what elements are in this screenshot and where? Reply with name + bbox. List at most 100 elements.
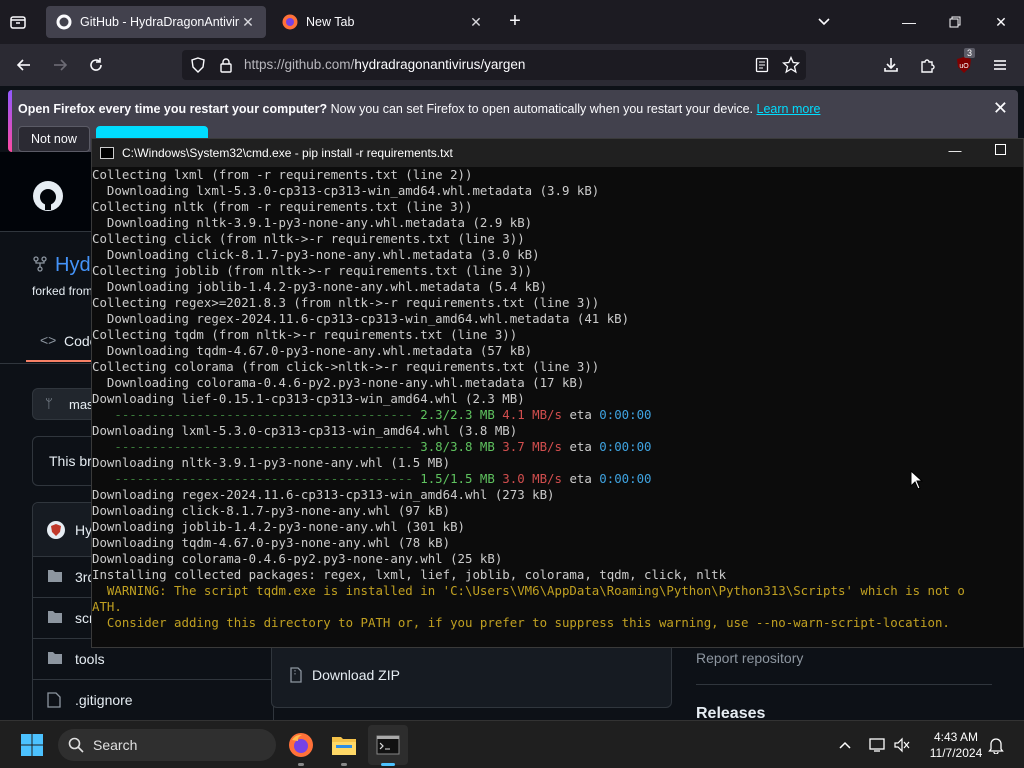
console-line: Installing collected packages: regex, lx… [92, 567, 1023, 583]
console-line: Collecting colorama (from click->nltk->-… [92, 359, 1023, 375]
minimize-window-icon[interactable]: — [886, 8, 932, 36]
console-text-segment: Downloading click-8.1.7-py3-none-any.whl… [92, 503, 451, 518]
taskbar-search-box[interactable]: Search [58, 729, 276, 761]
console-line: Collecting joblib (from nltk->-r require… [92, 263, 1023, 279]
tracking-protection-shield-icon[interactable] [190, 57, 206, 73]
close-tab-icon[interactable]: ✕ [240, 14, 256, 31]
console-line: Collecting nltk (from -r requirements.tx… [92, 199, 1023, 215]
console-text-segment: Collecting tqdm (from nltk->-r requireme… [92, 327, 518, 342]
console-text-segment: 2.3/2.3 MB [420, 407, 495, 422]
taskbar-file-explorer-icon[interactable] [324, 725, 364, 766]
console-line: Downloading lief-0.15.1-cp313-cp313-win_… [92, 391, 1023, 407]
console-line: Downloading tqdm-4.67.0-py3-none-any.whl… [92, 343, 1023, 359]
console-text-segment: Downloading nltk-3.9.1-py3-none-any.whl.… [92, 215, 533, 230]
file-row-gitignore[interactable]: .gitignore [33, 679, 273, 720]
console-text-segment: Downloading click-8.1.7-py3-none-any.whl… [92, 247, 540, 262]
download-zip-item[interactable]: Download ZIP [272, 657, 671, 693]
console-line: Downloading joblib-1.4.2-py3-none-any.wh… [92, 519, 1023, 535]
console-text-segment: Downloading colorama-0.4.6-py2.py3-none-… [92, 375, 585, 390]
console-text-segment: 0:00:00 [599, 407, 652, 422]
list-all-tabs-chevron-icon[interactable] [814, 12, 836, 32]
console-line: Downloading nltk-3.9.1-py3-none-any.whl … [92, 455, 1023, 471]
bookmark-star-icon[interactable] [781, 55, 801, 74]
taskbar-firefox-icon[interactable] [281, 725, 321, 766]
tab-new-tab[interactable]: New Tab ✕ [272, 6, 494, 38]
extensions-puzzle-icon[interactable] [914, 51, 942, 79]
console-line: ----------------------------------------… [92, 439, 1023, 455]
forward-arrow-icon[interactable] [46, 51, 74, 79]
repo-fork-icon [32, 256, 48, 272]
learn-more-link[interactable]: Learn more [757, 102, 821, 116]
cmd-maximize-icon[interactable] [985, 143, 1015, 163]
console-line: Collecting tqdm (from nltk->-r requireme… [92, 327, 1023, 343]
close-window-icon[interactable]: ✕ [978, 8, 1024, 36]
tab-list-icon[interactable] [8, 12, 30, 32]
close-notice-icon[interactable]: ✕ [993, 98, 1008, 119]
svg-text:uO: uO [959, 63, 969, 70]
code-tab[interactable]: <> Code [26, 324, 97, 362]
folder-icon [47, 569, 63, 583]
back-arrow-icon[interactable] [10, 51, 38, 79]
console-text-segment: Consider adding this directory to PATH o… [92, 615, 950, 630]
url-path: hydradragonantivirus/yargen [354, 57, 526, 72]
taskbar-terminal-icon[interactable] [368, 725, 408, 766]
downloads-icon[interactable] [877, 51, 905, 79]
cmd-minimize-icon[interactable]: — [940, 143, 970, 163]
restore-window-icon[interactable] [932, 8, 978, 36]
report-repository-link[interactable]: Report repository [696, 650, 803, 666]
console-line: Collecting lxml (from -r requirements.tx… [92, 167, 1023, 183]
commit-author-name[interactable]: Hy [75, 522, 92, 538]
console-line: Downloading click-8.1.7-py3-none-any.whl… [92, 503, 1023, 519]
console-line: Downloading click-8.1.7-py3-none-any.whl… [92, 247, 1023, 263]
lock-icon[interactable] [218, 57, 234, 73]
console-line: WARNING: The script tqdm.exe is installe… [92, 583, 1023, 599]
browser-tab-bar: GitHub - HydraDragonAntivirus ✕ New Tab … [0, 0, 1024, 44]
console-text-segment: Downloading tqdm-4.67.0-py3-none-any.whl… [92, 343, 533, 358]
console-text-segment: eta [561, 407, 600, 422]
console-line: Downloading regex-2024.11.6-cp313-cp313-… [92, 311, 1023, 327]
forked-from-text: forked from [32, 284, 93, 298]
cmd-window[interactable]: C:\Windows\System32\cmd.exe - pip instal… [91, 138, 1024, 648]
console-line: Downloading lxml-5.3.0-cp313-cp313-win_a… [92, 183, 1023, 199]
zip-file-icon [290, 667, 302, 688]
console-text-segment: 0:00:00 [599, 471, 652, 486]
console-text-segment: Collecting colorama (from click->nltk->-… [92, 359, 600, 374]
volume-muted-icon[interactable] [882, 725, 922, 765]
console-text-segment: Downloading regex-2024.11.6-cp313-cp313-… [92, 487, 555, 502]
notice-text: Now you can set Firefox to open automati… [327, 102, 754, 116]
close-tab-icon[interactable]: ✕ [468, 14, 484, 31]
console-text-segment: Downloading lxml-5.3.0-cp313-cp313-win_a… [92, 183, 600, 198]
reload-icon[interactable] [82, 51, 110, 79]
branch-icon: ᛘ [45, 396, 53, 411]
console-line: ----------------------------------------… [92, 471, 1023, 487]
file-name[interactable]: tools [75, 651, 105, 667]
address-bar[interactable]: https://github.com/hydradragonantivirus/… [182, 50, 806, 80]
console-text-segment: Downloading lief-0.15.1-cp313-cp313-win_… [92, 391, 525, 406]
reader-view-icon[interactable] [754, 57, 770, 73]
tab-github[interactable]: GitHub - HydraDragonAntivirus ✕ [46, 6, 266, 38]
console-text-segment: ---------------------------------------- [92, 439, 421, 454]
code-brackets-icon: <> [40, 332, 57, 348]
search-icon [68, 737, 84, 758]
new-tab-plus-icon[interactable]: + [505, 10, 525, 34]
file-name[interactable]: .gitignore [75, 692, 133, 708]
start-windows-icon[interactable] [12, 725, 52, 765]
repo-name-link[interactable]: Hyd [55, 254, 91, 277]
github-logo-icon[interactable] [32, 180, 64, 212]
notification-bell-icon[interactable] [976, 725, 1016, 765]
cmd-title-bar[interactable]: C:\Windows\System32\cmd.exe - pip instal… [92, 139, 1023, 167]
console-line: ATH. [92, 599, 1023, 615]
ublock-extension-icon[interactable]: uO 3 [950, 48, 978, 79]
console-text-segment: WARNING: The script tqdm.exe is installe… [92, 583, 965, 598]
hamburger-menu-icon[interactable] [986, 51, 1014, 79]
folder-icon [47, 610, 63, 624]
console-text-segment: Downloading colorama-0.4.6-py2.py3-none-… [92, 551, 503, 566]
windows-taskbar: Search 4:43 AM 11/7/2024 [0, 720, 1024, 768]
commit-author-avatar[interactable] [47, 521, 65, 539]
console-text-segment: Downloading nltk-3.9.1-py3-none-any.whl … [92, 455, 451, 470]
not-now-button[interactable]: Not now [18, 126, 90, 152]
console-text-segment: Collecting joblib (from nltk->-r require… [92, 263, 533, 278]
url-text: https://github.com/hydradragonantivirus/… [244, 57, 525, 72]
console-text-segment: 3.0 MB/s [494, 471, 562, 486]
cmd-console-output[interactable]: Collecting lxml (from -r requirements.tx… [92, 167, 1023, 647]
